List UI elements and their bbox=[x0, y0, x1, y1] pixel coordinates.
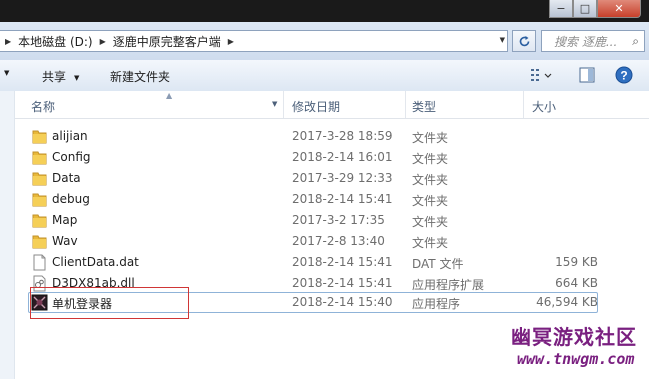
view-options-button[interactable] bbox=[525, 66, 559, 84]
breadcrumb-separator[interactable]: ▶ bbox=[95, 37, 111, 46]
table-row[interactable]: ClientData.dat 2018-2-14 15:41 DAT 文件 15… bbox=[0, 252, 649, 273]
file-date: 2017-3-2 17:35 bbox=[292, 213, 385, 227]
table-row[interactable]: alijian 2017-3-28 18:59 文件夹 bbox=[0, 126, 649, 147]
file-date: 2018-2-14 15:40 bbox=[292, 295, 393, 309]
preview-pane-button[interactable] bbox=[578, 66, 596, 84]
column-date[interactable]: 修改日期 bbox=[292, 98, 340, 115]
column-header: ▲ 名称 ▼ 修改日期 类型 大小 bbox=[15, 91, 649, 119]
file-size: 664 KB bbox=[555, 276, 598, 290]
file-date: 2017-3-29 12:33 bbox=[292, 171, 393, 185]
svg-text:?: ? bbox=[620, 69, 627, 83]
table-row[interactable]: Config 2018-2-14 16:01 文件夹 bbox=[0, 147, 649, 168]
chevron-down-icon: ▼ bbox=[74, 73, 80, 82]
table-row[interactable]: Data 2017-3-29 12:33 文件夹 bbox=[0, 168, 649, 189]
address-bar[interactable]: ▶ 本地磁盘 (D:) ▶ 逐鹿中原完整客户端 ▶ ▼ bbox=[0, 30, 508, 52]
folder-icon bbox=[32, 235, 47, 249]
file-name: debug bbox=[52, 192, 90, 206]
sort-ascending-icon: ▲ bbox=[166, 91, 173, 100]
column-divider[interactable] bbox=[283, 91, 284, 118]
folder-icon bbox=[32, 151, 47, 165]
breadcrumb-folder[interactable]: 逐鹿中原完整客户端 bbox=[111, 33, 223, 50]
command-bar: ▼ 共享 ▼ 新建文件夹 ? bbox=[0, 60, 649, 92]
new-folder-button[interactable]: 新建文件夹 bbox=[110, 68, 170, 85]
search-placeholder: 搜索 逐鹿... bbox=[554, 34, 618, 49]
view-list-icon bbox=[531, 69, 552, 81]
highlight-box bbox=[30, 287, 189, 319]
file-type: 文件夹 bbox=[412, 194, 449, 208]
column-divider[interactable] bbox=[405, 91, 406, 118]
close-button[interactable]: ✕ bbox=[597, 0, 641, 18]
column-divider[interactable] bbox=[523, 91, 524, 118]
watermark-url: www.tnwgm.com bbox=[517, 350, 635, 368]
column-size[interactable]: 大小 bbox=[532, 98, 556, 115]
maximize-button[interactable]: □ bbox=[573, 0, 597, 18]
help-icon: ? bbox=[615, 66, 633, 84]
table-row[interactable]: debug 2018-2-14 15:41 文件夹 bbox=[0, 189, 649, 210]
file-date: 2017-3-28 18:59 bbox=[292, 129, 393, 143]
file-type: 文件夹 bbox=[412, 152, 449, 166]
chevron-down-icon[interactable]: ▼ bbox=[500, 36, 505, 44]
file-name: Config bbox=[52, 150, 91, 164]
file-type: 应用程序 bbox=[412, 297, 461, 311]
help-button[interactable]: ? bbox=[614, 66, 634, 84]
column-name[interactable]: 名称 bbox=[31, 98, 55, 115]
file-type: DAT 文件 bbox=[412, 257, 464, 271]
breadcrumb-drive[interactable]: 本地磁盘 (D:) bbox=[16, 33, 94, 50]
share-label: 共享 bbox=[42, 70, 67, 84]
file-size: 46,594 KB bbox=[536, 295, 598, 309]
search-input[interactable]: 搜索 逐鹿... ⌕ bbox=[541, 30, 645, 52]
refresh-icon bbox=[519, 35, 529, 46]
breadcrumb-separator[interactable]: ▶ bbox=[0, 37, 16, 46]
folder-icon bbox=[32, 172, 47, 186]
minimize-button[interactable]: − bbox=[549, 0, 573, 18]
share-menu[interactable]: 共享 ▼ bbox=[42, 68, 79, 85]
file-date: 2018-2-14 16:01 bbox=[292, 150, 393, 164]
folder-icon bbox=[32, 193, 47, 207]
organize-menu-arrow[interactable]: ▼ bbox=[4, 69, 9, 77]
file-type: 文件夹 bbox=[412, 215, 449, 229]
column-type[interactable]: 类型 bbox=[412, 98, 436, 115]
file-date: 2018-2-14 15:41 bbox=[292, 276, 393, 290]
chevron-down-icon[interactable]: ▼ bbox=[272, 100, 277, 108]
file-name: ClientData.dat bbox=[52, 255, 139, 269]
refresh-button[interactable] bbox=[512, 30, 536, 52]
search-icon[interactable]: ⌕ bbox=[632, 34, 639, 49]
window-controls: − □ ✕ bbox=[549, 0, 641, 19]
file-date: 2017-2-8 13:40 bbox=[292, 234, 385, 248]
address-bar-row: ▶ 本地磁盘 (D:) ▶ 逐鹿中原完整客户端 ▶ ▼ 搜索 逐鹿... ⌕ bbox=[0, 22, 649, 60]
window-title-bar: − □ ✕ bbox=[0, 0, 649, 22]
file-date: 2018-2-14 15:41 bbox=[292, 192, 393, 206]
file-size: 159 KB bbox=[555, 255, 598, 269]
preview-pane-icon bbox=[579, 67, 595, 83]
file-name: alijian bbox=[52, 129, 88, 143]
folder-icon bbox=[32, 130, 47, 144]
file-type: 文件夹 bbox=[412, 131, 449, 145]
watermark-title: 幽冥游戏社区 bbox=[511, 325, 637, 349]
file-name: Data bbox=[52, 171, 81, 185]
file-type: 应用程序扩展 bbox=[412, 278, 485, 292]
table-row[interactable]: Map 2017-3-2 17:35 文件夹 bbox=[0, 210, 649, 231]
file-name: Map bbox=[52, 213, 78, 227]
breadcrumb-separator[interactable]: ▶ bbox=[223, 37, 239, 46]
file-type: 文件夹 bbox=[412, 173, 449, 187]
folder-icon bbox=[32, 214, 47, 228]
table-row[interactable]: Wav 2017-2-8 13:40 文件夹 bbox=[0, 231, 649, 252]
file-date: 2018-2-14 15:41 bbox=[292, 255, 393, 269]
file-name: Wav bbox=[52, 234, 78, 248]
file-icon bbox=[33, 254, 46, 271]
file-type: 文件夹 bbox=[412, 236, 449, 250]
